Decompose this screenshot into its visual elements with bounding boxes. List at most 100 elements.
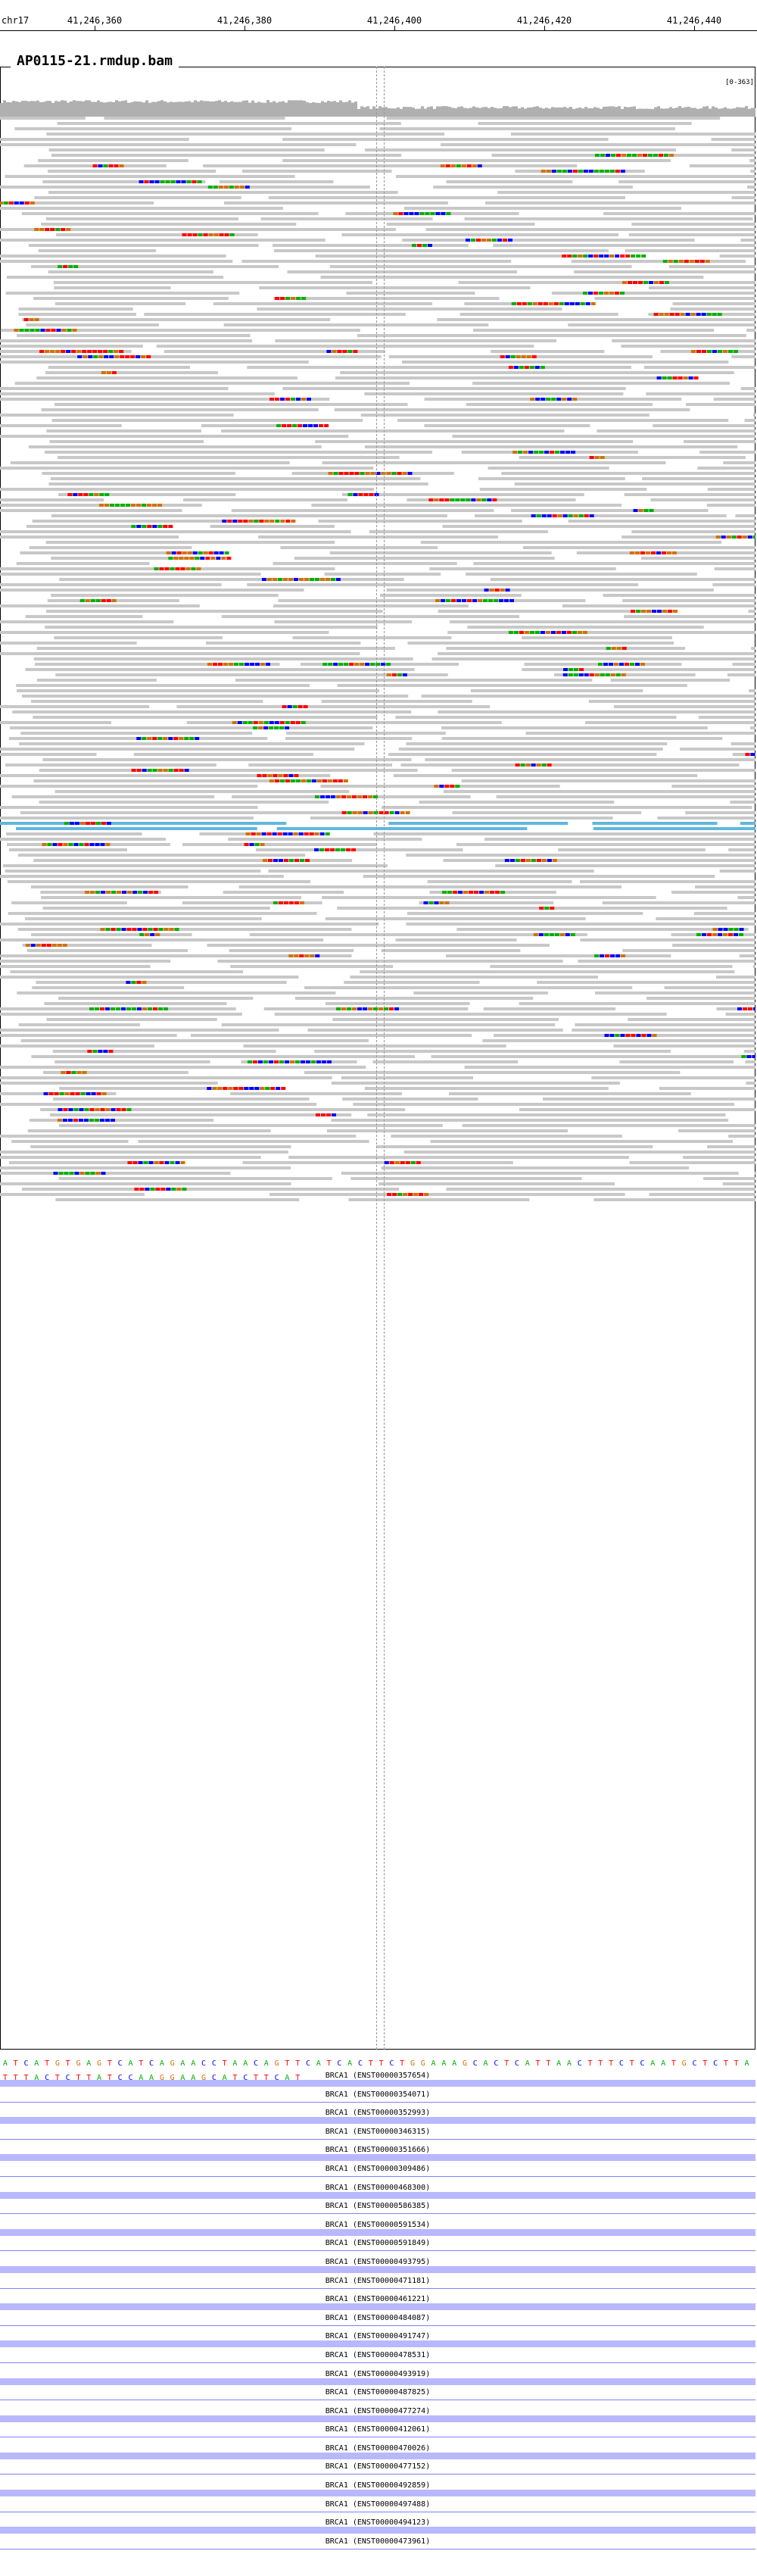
aligned-read[interactable] (335, 376, 696, 379)
aligned-read[interactable] (325, 917, 586, 920)
aligned-read[interactable] (31, 265, 279, 268)
aligned-read[interactable] (488, 467, 609, 470)
aligned-read[interactable] (664, 986, 755, 989)
aligned-read[interactable] (731, 742, 755, 745)
aligned-read[interactable] (54, 286, 171, 289)
aligned-read[interactable] (668, 265, 755, 268)
aligned-read[interactable] (575, 1023, 755, 1026)
aligned-read[interactable] (562, 604, 755, 607)
gene-transcript[interactable]: BRCA1 (ENST00000493795) (0, 2258, 755, 2277)
aligned-read[interactable] (280, 546, 438, 549)
aligned-read[interactable] (38, 249, 157, 252)
aligned-read[interactable] (16, 684, 310, 687)
aligned-read[interactable] (490, 965, 733, 968)
aligned-read[interactable] (395, 716, 677, 719)
aligned-read[interactable] (588, 700, 755, 703)
gene-transcript[interactable]: BRCA1 (ENST00000477274) (0, 2407, 755, 2426)
aligned-read[interactable] (386, 589, 714, 592)
aligned-read[interactable] (0, 1044, 154, 1048)
aligned-read[interactable] (459, 313, 618, 316)
aligned-read[interactable] (525, 732, 755, 735)
aligned-read[interactable] (207, 944, 550, 947)
aligned-read[interactable] (388, 822, 569, 825)
aligned-read[interactable] (413, 991, 548, 994)
aligned-read[interactable] (703, 1177, 755, 1180)
aligned-read[interactable] (442, 525, 755, 528)
aligned-read[interactable] (0, 143, 357, 146)
aligned-read[interactable] (707, 488, 755, 491)
aligned-read[interactable] (419, 801, 615, 804)
aligned-read[interactable] (491, 350, 605, 353)
aligned-read[interactable] (54, 403, 408, 406)
aligned-read[interactable] (0, 822, 287, 825)
aligned-read[interactable] (324, 573, 441, 576)
aligned-read[interactable] (364, 445, 738, 448)
aligned-read[interactable] (0, 207, 283, 210)
aligned-read[interactable] (51, 594, 279, 597)
gene-transcript[interactable]: BRCA1 (ENST00000487825) (0, 2388, 755, 2407)
aligned-read[interactable] (36, 679, 157, 682)
aligned-read[interactable] (14, 382, 410, 385)
aligned-read[interactable] (334, 408, 690, 411)
aligned-read[interactable] (519, 1108, 755, 1111)
aligned-read[interactable] (0, 753, 97, 756)
aligned-read[interactable] (9, 726, 373, 729)
aligned-read[interactable] (247, 366, 631, 369)
aligned-read[interactable] (450, 620, 755, 623)
aligned-read[interactable] (395, 938, 517, 941)
aligned-read[interactable] (44, 451, 433, 454)
aligned-read[interactable] (433, 186, 633, 189)
gene-transcript[interactable]: BRCA1 (ENST00000497488) (0, 2500, 755, 2519)
aligned-read[interactable] (22, 318, 331, 321)
aligned-read[interactable] (646, 392, 755, 395)
aligned-read[interactable] (11, 901, 127, 904)
aligned-read[interactable] (276, 827, 528, 830)
aligned-read[interactable] (446, 1188, 755, 1191)
aligned-read[interactable] (473, 562, 755, 565)
aligned-read[interactable] (260, 217, 433, 220)
aligned-read[interactable] (0, 355, 382, 358)
aligned-read[interactable] (441, 737, 723, 740)
aligned-read[interactable] (403, 1151, 755, 1154)
aligned-read[interactable] (255, 848, 463, 851)
aligned-read[interactable] (17, 334, 251, 337)
aligned-read[interactable] (425, 228, 755, 231)
aligned-read[interactable] (350, 1177, 582, 1180)
aligned-read[interactable] (519, 456, 746, 459)
gene-transcript[interactable]: BRCA1 (ENST00000351666) (0, 2146, 755, 2165)
aligned-read[interactable] (484, 838, 755, 841)
aligned-read[interactable] (350, 976, 599, 979)
aligned-read[interactable] (0, 1193, 145, 1196)
aligned-read[interactable] (398, 748, 663, 751)
aligned-read[interactable] (401, 361, 729, 364)
aligned-read[interactable] (725, 1013, 755, 1016)
aligned-read[interactable] (568, 323, 755, 326)
aligned-read[interactable] (156, 345, 534, 348)
aligned-read[interactable] (217, 960, 563, 963)
aligned-read[interactable] (0, 414, 234, 417)
aligned-read[interactable] (641, 557, 755, 560)
aligned-read[interactable] (0, 398, 330, 401)
aligned-read[interactable] (41, 223, 297, 226)
aligned-read[interactable] (0, 467, 374, 470)
aligned-read[interactable] (406, 923, 755, 926)
aligned-read[interactable] (624, 493, 755, 496)
aligned-read[interactable] (580, 938, 755, 941)
aligned-read[interactable] (5, 175, 295, 178)
gene-transcript[interactable]: BRCA1 (ENST00000354071) (0, 2090, 755, 2109)
aligned-read[interactable] (622, 599, 755, 602)
aligned-read[interactable] (593, 1198, 755, 1201)
aligned-read[interactable] (294, 997, 534, 1000)
gene-transcript[interactable]: BRCA1 (ENST00000346315) (0, 2128, 755, 2147)
aligned-read[interactable] (0, 604, 200, 607)
aligned-read[interactable] (58, 1177, 332, 1180)
aligned-read[interactable] (42, 180, 206, 183)
aligned-read[interactable] (749, 159, 755, 162)
aligned-read[interactable] (268, 196, 625, 199)
aligned-read[interactable] (318, 520, 522, 523)
aligned-read[interactable] (18, 1023, 140, 1026)
aligned-read[interactable] (731, 148, 755, 151)
aligned-read[interactable] (20, 811, 375, 814)
aligned-read[interactable] (452, 435, 755, 438)
gene-transcript[interactable]: BRCA1 (ENST00000470026) (0, 2444, 755, 2463)
